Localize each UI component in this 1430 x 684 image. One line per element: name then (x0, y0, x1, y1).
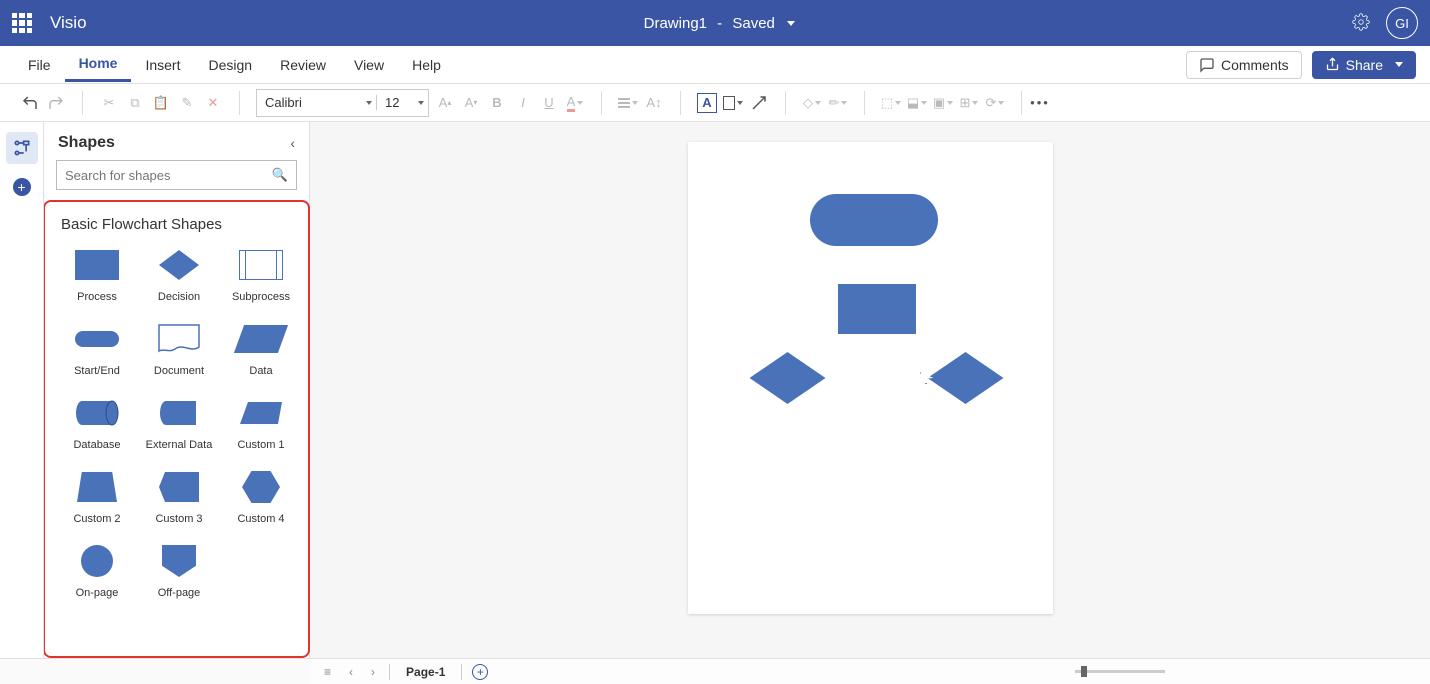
shape-document[interactable]: Document (141, 321, 217, 377)
share-label: Share (1346, 57, 1383, 73)
tab-review[interactable]: Review (266, 49, 340, 81)
grow-font-icon: A▴ (435, 93, 455, 113)
document-title[interactable]: Drawing1 - Saved (87, 15, 1352, 32)
shrink-font-icon: A▾ (461, 93, 481, 113)
undo-icon[interactable] (20, 93, 40, 113)
shape-data[interactable]: Data (223, 321, 299, 377)
save-status: Saved (732, 15, 775, 32)
bring-front-icon: ▣ (933, 93, 953, 113)
add-stencil-button[interactable]: + (13, 178, 31, 196)
underline-icon: U (539, 93, 559, 113)
drawing-page[interactable] (688, 142, 1053, 614)
rotate-icon: ⟳ (985, 93, 1005, 113)
chevron-down-icon (1395, 62, 1403, 67)
redo-icon (46, 93, 66, 113)
fill-color-icon: ◇ (802, 93, 822, 113)
shapes-panel-title: Shapes (58, 134, 115, 152)
stencil-basic-flowchart: Basic Flowchart Shapes Process Decision … (43, 200, 310, 658)
paste-icon[interactable]: 📋 (151, 93, 171, 113)
line-color-icon: ✏ (828, 93, 848, 113)
bold-icon: B (487, 93, 507, 113)
text-direction-icon: A↕ (644, 93, 664, 113)
add-page-button[interactable]: + (472, 664, 488, 680)
ribbon: ✂ ⧉ 📋 ✎ ✕ Calibri 12 A▴ A▾ B I U A A↕ A … (0, 84, 1430, 122)
tab-insert[interactable]: Insert (131, 49, 194, 81)
chevron-down-icon (787, 21, 795, 26)
title-bar: Visio Drawing1 - Saved GI (0, 0, 1430, 46)
shape-subprocess[interactable]: Subprocess (223, 247, 299, 303)
next-page-icon[interactable]: › (367, 665, 379, 679)
collapse-panel-icon[interactable]: ‹ (290, 135, 295, 151)
tab-view[interactable]: View (340, 49, 398, 81)
shape-custom4[interactable]: Custom 4 (223, 469, 299, 525)
font-selector[interactable]: Calibri 12 (256, 89, 429, 117)
shape-start-end[interactable]: Start/End (59, 321, 135, 377)
shape-custom1[interactable]: Custom 1 (223, 395, 299, 451)
zoom-slider[interactable] (1075, 670, 1165, 673)
main-area: + Shapes ‹ 🔍 Basic Flowchart Shapes Proc… (0, 122, 1430, 658)
font-color-icon: A (565, 93, 585, 113)
position-icon: ⬓ (907, 93, 927, 113)
doc-name: Drawing1 (644, 15, 707, 32)
shape-database[interactable]: Database (59, 395, 135, 451)
tab-design[interactable]: Design (194, 49, 266, 81)
shape-offpage[interactable]: Off-page (141, 543, 217, 599)
app-name: Visio (50, 13, 87, 33)
search-icon[interactable]: 🔍 (272, 167, 288, 183)
shape-decision[interactable]: Decision (141, 247, 217, 303)
shape-external-data[interactable]: External Data (141, 395, 217, 451)
tab-file[interactable]: File (14, 49, 65, 81)
comments-label: Comments (1221, 57, 1289, 73)
stencil-title: Basic Flowchart Shapes (61, 216, 300, 233)
page-tab-1[interactable]: Page-1 (400, 665, 451, 679)
stencil-rail-button[interactable] (6, 132, 38, 164)
canvas-area[interactable] (310, 122, 1430, 658)
tab-help[interactable]: Help (398, 49, 455, 81)
title-separator: - (713, 15, 726, 32)
canvas-shape-decision-2[interactable] (928, 352, 1004, 404)
menu-bar: File Home Insert Design Review View Help… (0, 46, 1430, 84)
canvas-shape-process[interactable] (838, 284, 916, 334)
delete-icon: ✕ (203, 93, 223, 113)
pages-menu-icon[interactable]: ≡ (320, 665, 335, 679)
side-rail: + (0, 122, 44, 658)
app-launcher-icon[interactable] (12, 13, 32, 33)
shape-rect-icon[interactable] (723, 93, 743, 113)
shape-custom2[interactable]: Custom 2 (59, 469, 135, 525)
share-button[interactable]: Share (1312, 51, 1416, 79)
text-tool-icon[interactable]: A (697, 93, 717, 113)
italic-icon: I (513, 93, 533, 113)
cursor-icon (920, 372, 934, 384)
tab-home[interactable]: Home (65, 47, 132, 82)
shape-onpage[interactable]: On-page (59, 543, 135, 599)
settings-icon[interactable] (1352, 13, 1370, 34)
font-size: 12 (376, 95, 414, 110)
page-tab-bar: ≡ ‹ › Page-1 + (310, 658, 1430, 684)
shape-process[interactable]: Process (59, 247, 135, 303)
cut-icon: ✂ (99, 93, 119, 113)
group-icon: ⊞ (959, 93, 979, 113)
align-objects-icon: ⬚ (881, 93, 901, 113)
user-avatar[interactable]: GI (1386, 7, 1418, 39)
canvas-shape-startend[interactable] (810, 194, 938, 246)
shape-custom3[interactable]: Custom 3 (141, 469, 217, 525)
more-icon[interactable]: ••• (1030, 93, 1050, 113)
font-name: Calibri (257, 95, 362, 110)
comments-button[interactable]: Comments (1186, 51, 1302, 79)
shape-search-box[interactable]: 🔍 (56, 160, 297, 190)
shapes-panel: Shapes ‹ 🔍 Basic Flowchart Shapes Proces… (44, 122, 310, 658)
connector-icon[interactable] (749, 93, 769, 113)
copy-icon: ⧉ (125, 93, 145, 113)
shape-search-input[interactable] (65, 168, 272, 183)
canvas-shape-decision-1[interactable] (750, 352, 826, 404)
prev-page-icon[interactable]: ‹ (345, 665, 357, 679)
align-icon (618, 93, 638, 113)
format-painter-icon: ✎ (177, 93, 197, 113)
